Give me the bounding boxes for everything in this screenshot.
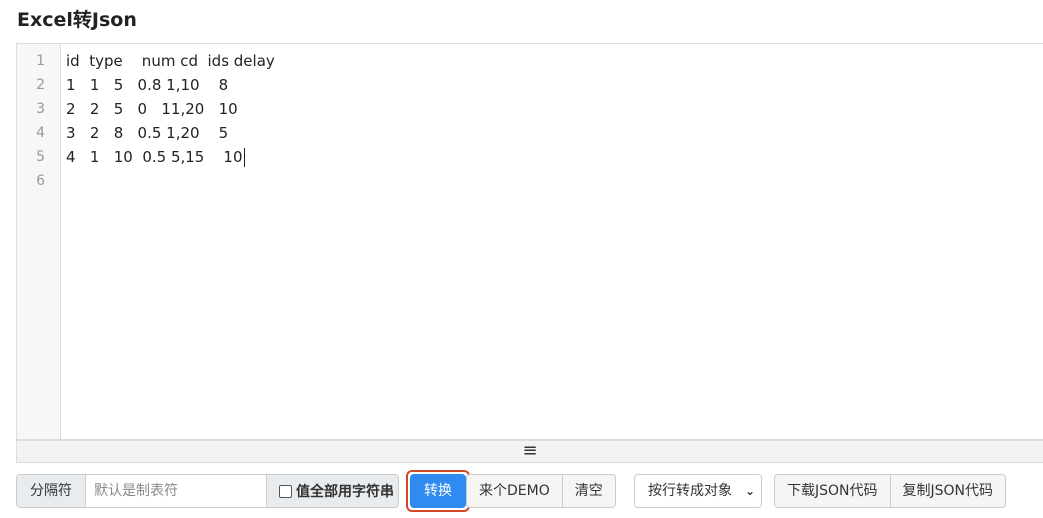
line-number: 2 [36, 77, 45, 93]
page-title: Excel转Json [17, 9, 137, 31]
all-string-label: 值全部用字符串 [296, 484, 394, 500]
code-line[interactable]: id type num cd ids delay [66, 49, 1043, 73]
resize-handle[interactable]: ≡ [16, 440, 1043, 463]
action-button-group: 转换 来个DEMO 清空 [410, 474, 616, 508]
all-string-checkbox[interactable] [279, 484, 292, 498]
line-number: 6 [36, 173, 45, 189]
mode-select-value: 按行转成对象 [648, 483, 732, 499]
text-cursor [243, 148, 245, 167]
code-editor[interactable]: 1 2 3 4 5 6 id type num cd ids delay 1 1… [16, 43, 1043, 440]
clear-button[interactable]: 清空 [562, 474, 616, 508]
code-content[interactable]: id type num cd ids delay 1 1 5 0.8 1,10 … [66, 49, 1043, 193]
code-line[interactable] [66, 169, 1043, 193]
code-line-with-cursor[interactable]: 4 1 10 0.5 5,15 10 [66, 145, 1043, 169]
separator-input-group: 分隔符 值全部用字符串 [16, 474, 399, 508]
all-string-toggle[interactable]: 值全部用字符串 [267, 475, 398, 507]
demo-button[interactable]: 来个DEMO [466, 474, 563, 508]
toolbar: 分隔符 值全部用字符串 转换 来个DEMO 清空 按行转成对象 ⌄ 下载JSON… [16, 470, 1043, 512]
line-number: 1 [36, 53, 45, 69]
drag-handle-icon: ≡ [522, 440, 538, 461]
code-line[interactable]: 2 2 5 0 11,20 10 [66, 97, 1043, 121]
copy-json-button[interactable]: 复制JSON代码 [890, 474, 1007, 508]
export-button-group: 下载JSON代码 复制JSON代码 [774, 474, 1007, 508]
line-number: 3 [36, 101, 45, 117]
separator-label: 分隔符 [17, 475, 85, 507]
code-line[interactable]: 1 1 5 0.8 1,10 8 [66, 73, 1043, 97]
separator-input[interactable] [85, 475, 267, 507]
line-number-gutter: 1 2 3 4 5 6 [17, 44, 61, 439]
code-line-text: 4 1 10 0.5 5,15 10 [66, 148, 243, 166]
line-number: 5 [36, 149, 45, 165]
mode-select[interactable]: 按行转成对象 ⌄ [634, 474, 762, 508]
chevron-down-icon: ⌄ [744, 484, 755, 498]
line-number: 4 [36, 125, 45, 141]
download-json-button[interactable]: 下载JSON代码 [774, 474, 891, 508]
code-line[interactable]: 3 2 8 0.5 1,20 5 [66, 121, 1043, 145]
convert-button[interactable]: 转换 [410, 474, 466, 508]
